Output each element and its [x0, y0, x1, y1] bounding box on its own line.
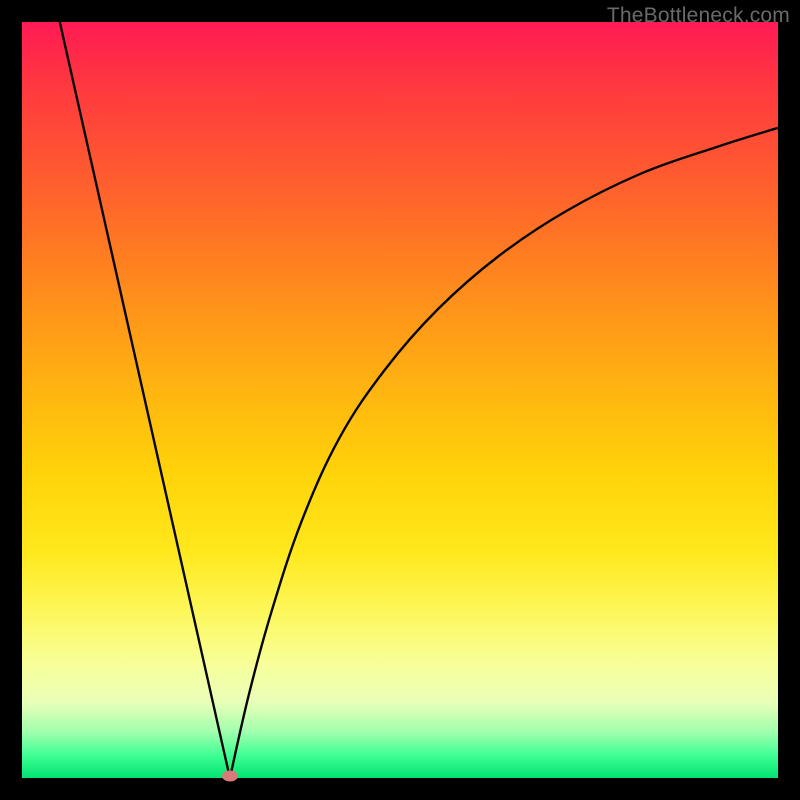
curve-svg	[22, 22, 778, 778]
right-curve-path	[230, 128, 778, 778]
watermark-text: TheBottleneck.com	[607, 4, 790, 28]
left-line-path	[60, 22, 230, 778]
chart-plot-area	[22, 22, 778, 778]
minimum-marker	[222, 771, 238, 782]
